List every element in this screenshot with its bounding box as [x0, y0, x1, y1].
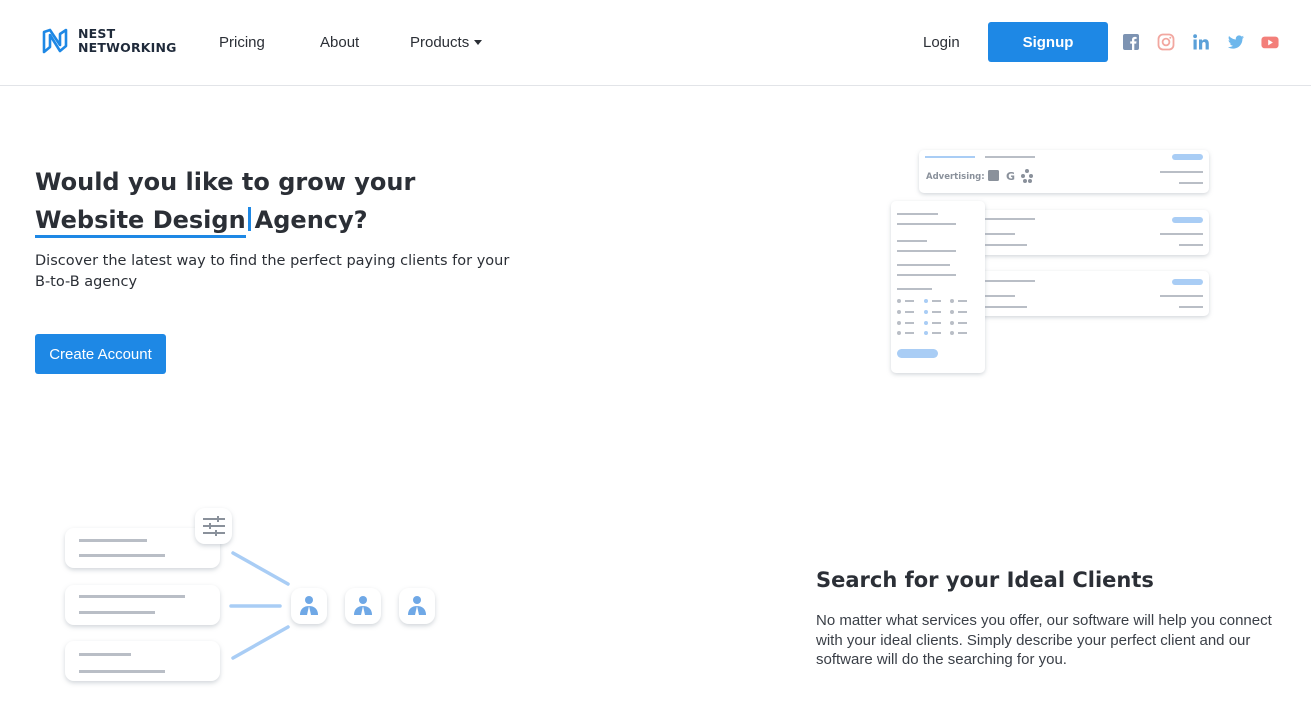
nav-pricing[interactable]: Pricing	[219, 34, 265, 51]
feature-description: No matter what services you offer, our s…	[816, 612, 1272, 668]
logo[interactable]: NEST NETWORKING	[42, 27, 177, 55]
linkedin-icon[interactable]	[1192, 33, 1210, 51]
logo-text: NEST NETWORKING	[78, 27, 177, 55]
site-header: NEST NETWORKING Pricing About Products L…	[0, 0, 1311, 86]
hero-heading-rest: Agency?	[254, 206, 368, 234]
nav-products[interactable]: Products	[410, 34, 483, 51]
filter-sliders-icon	[203, 516, 225, 536]
hero-typed-word: Website Design	[35, 206, 246, 238]
nav-products-label: Products	[410, 34, 470, 51]
google-mini-icon: G	[1006, 170, 1015, 183]
nav-about[interactable]: About	[320, 34, 359, 51]
instagram-icon[interactable]	[1157, 33, 1175, 51]
person-icon-3	[399, 588, 435, 624]
signup-button[interactable]: Signup	[988, 22, 1108, 62]
hero-heading-line1: Would you like to grow your	[35, 168, 416, 196]
advertising-label: Advertising:	[926, 172, 985, 182]
create-account-button[interactable]: Create Account	[35, 334, 166, 374]
hero-subtitle: Discover the latest way to find the perf…	[35, 253, 510, 290]
facebook-icon[interactable]	[1122, 33, 1140, 51]
hero-heading-line2: Website Design Agency?	[35, 206, 368, 238]
caret-down-icon	[474, 40, 483, 45]
nest-logo-icon	[42, 28, 68, 54]
logo-line1: NEST	[78, 26, 116, 41]
youtube-icon[interactable]	[1261, 33, 1279, 51]
feature-title: Search for your Ideal Clients	[816, 568, 1154, 592]
search-clients-illustration	[65, 508, 435, 681]
typing-cursor	[247, 207, 251, 231]
person-icon-2	[345, 588, 381, 624]
ad-listings-illustration: Advertising: G	[891, 150, 1209, 373]
login-link[interactable]: Login	[923, 34, 960, 51]
facebook-mini-icon	[988, 170, 999, 181]
person-icon-1	[291, 588, 327, 624]
twitter-icon[interactable]	[1227, 33, 1245, 51]
logo-line2: NETWORKING	[78, 40, 177, 55]
